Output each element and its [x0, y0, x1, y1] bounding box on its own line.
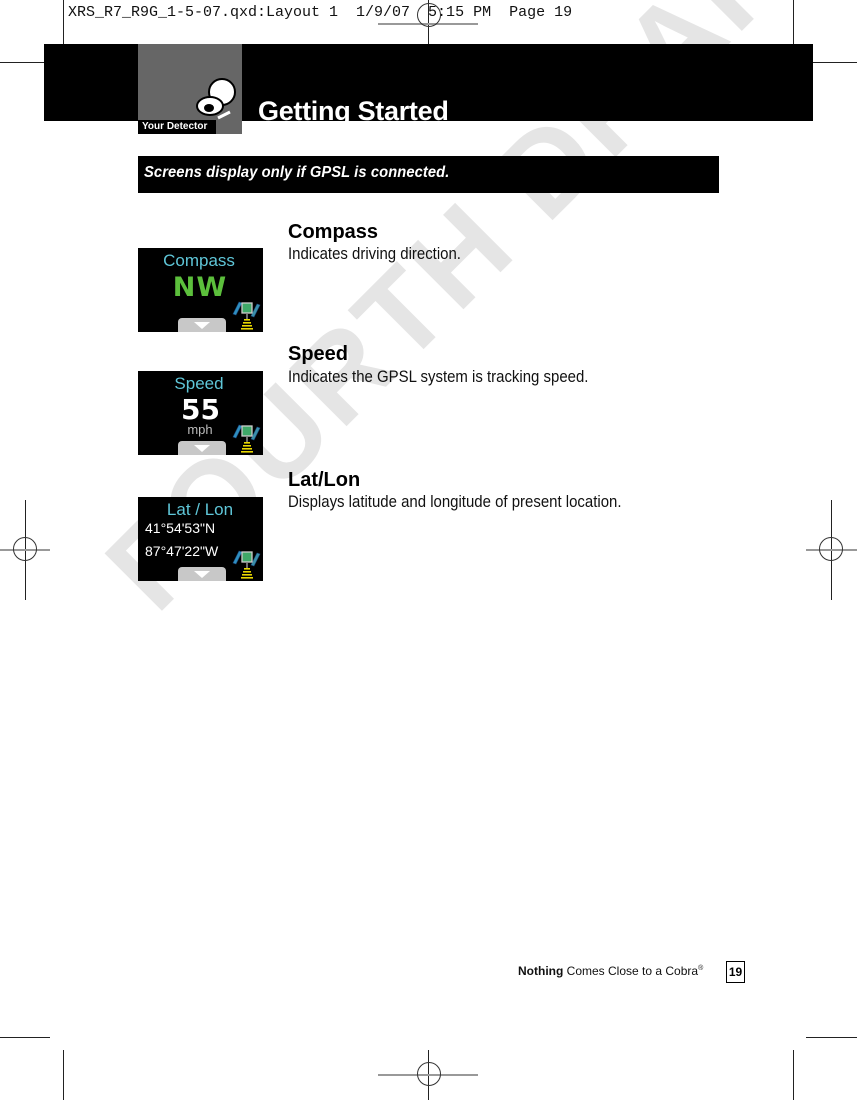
satellite-icon	[232, 424, 261, 453]
item-desc-compass: Indicates driving direction.	[288, 244, 461, 263]
tagline-rest: Comes Close to a Cobra	[563, 964, 699, 978]
item-title-speed: Speed	[288, 343, 349, 365]
crop-mark	[793, 0, 794, 48]
section-tab: Your Detector	[138, 44, 242, 134]
registration-circle	[417, 3, 441, 27]
page-title: Getting Started	[258, 96, 449, 121]
crop-mark	[0, 1037, 50, 1038]
satellite-icon	[232, 301, 261, 330]
registration-circle	[819, 537, 843, 561]
section-tab-label: Your Detector	[138, 120, 216, 134]
latlon-screen: Lat / Lon 41°54'53"N 87°47'22"W	[138, 497, 263, 581]
print-slug-line: XRS_R7_R9G_1-5-07.qxd:Layout 1 1/9/07 5:…	[68, 4, 573, 21]
tagline-bold: Nothing	[518, 964, 564, 978]
item-desc-speed: Indicates the GPSL system is tracking sp…	[288, 367, 589, 386]
crop-mark	[63, 0, 64, 48]
screen-label: Lat / Lon	[166, 500, 234, 519]
speed-screen: Speed 55 mph	[138, 371, 263, 455]
item-title-latlon: Lat/Lon	[288, 469, 361, 491]
crop-mark	[793, 1050, 794, 1100]
registered-mark: ®	[698, 965, 704, 972]
page-number: 19	[726, 961, 745, 983]
crop-mark	[0, 62, 46, 63]
down-arrow-button[interactable]	[178, 567, 226, 581]
crop-mark	[63, 1050, 64, 1100]
crop-mark	[811, 62, 857, 63]
latitude-value: 41°54'53"N	[145, 520, 216, 536]
item-title-compass: Compass	[288, 221, 379, 243]
footer-tagline: Nothing Comes Close to a Cobra®	[518, 964, 703, 978]
registration-circle	[13, 537, 37, 561]
down-arrow-button[interactable]	[178, 318, 226, 332]
satellite-icon	[232, 550, 261, 579]
item-desc-latlon: Displays latitude and longitude of prese…	[288, 492, 622, 511]
screen-label: Speed	[174, 374, 224, 393]
screen-label: Compass	[163, 251, 235, 270]
note-text: Screens display only if GPSL is connecte…	[144, 164, 450, 181]
note-banner: Screens display only if GPSL is connecte…	[138, 156, 719, 193]
compass-screen: Compass NW	[138, 248, 263, 332]
registration-circle	[417, 1062, 441, 1086]
down-arrow-button[interactable]	[178, 441, 226, 455]
crop-mark	[806, 1037, 857, 1038]
longitude-value: 87°47'22"W	[145, 543, 219, 559]
